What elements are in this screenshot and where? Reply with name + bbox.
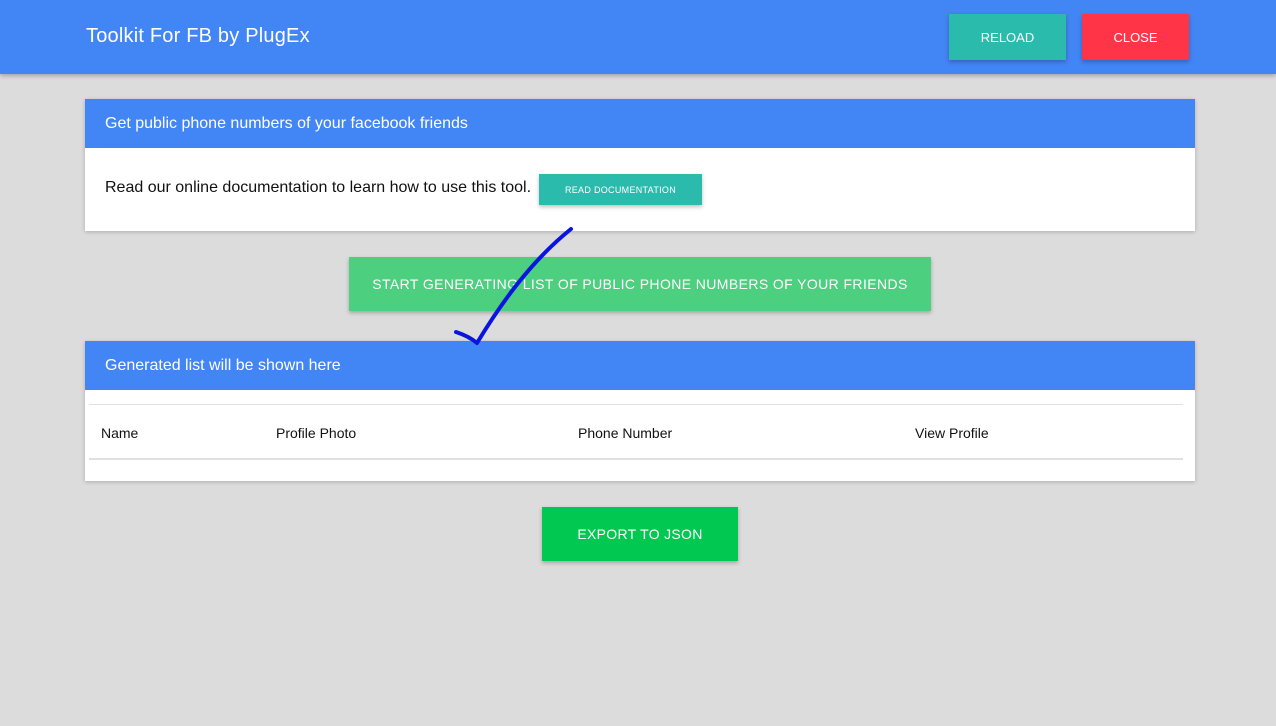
documentation-text: Read our online documentation to learn h… <box>105 179 532 196</box>
reload-button[interactable]: RELOAD <box>949 14 1066 60</box>
column-header-phone-number: Phone Number <box>578 425 673 441</box>
column-header-name: Name <box>101 425 139 441</box>
column-header-profile-photo: Profile Photo <box>276 425 357 441</box>
read-documentation-button[interactable]: READ DOCUMENTATION <box>539 174 702 205</box>
results-card-title: Generated list will be shown here <box>85 341 1195 390</box>
start-generating-button[interactable]: START GENERATING LIST OF PUBLIC PHONE NU… <box>349 257 931 311</box>
results-card: Generated list will be shown here Name P… <box>85 341 1195 481</box>
app-title: Toolkit For FB by PlugEx <box>86 25 310 47</box>
documentation-card-title: Get public phone numbers of your faceboo… <box>85 99 1195 148</box>
top-bar: Toolkit For FB by PlugEx RELOAD CLOSE <box>0 0 1276 74</box>
results-table: Name Profile Photo Phone Number View Pro… <box>89 404 1183 460</box>
export-json-button[interactable]: EXPORT TO JSON <box>542 507 738 561</box>
table-header-row: Name Profile Photo Phone Number View Pro… <box>89 404 1183 460</box>
close-button[interactable]: CLOSE <box>1082 14 1189 60</box>
column-header-view-profile: View Profile <box>915 425 989 441</box>
documentation-card: Get public phone numbers of your faceboo… <box>85 99 1195 231</box>
